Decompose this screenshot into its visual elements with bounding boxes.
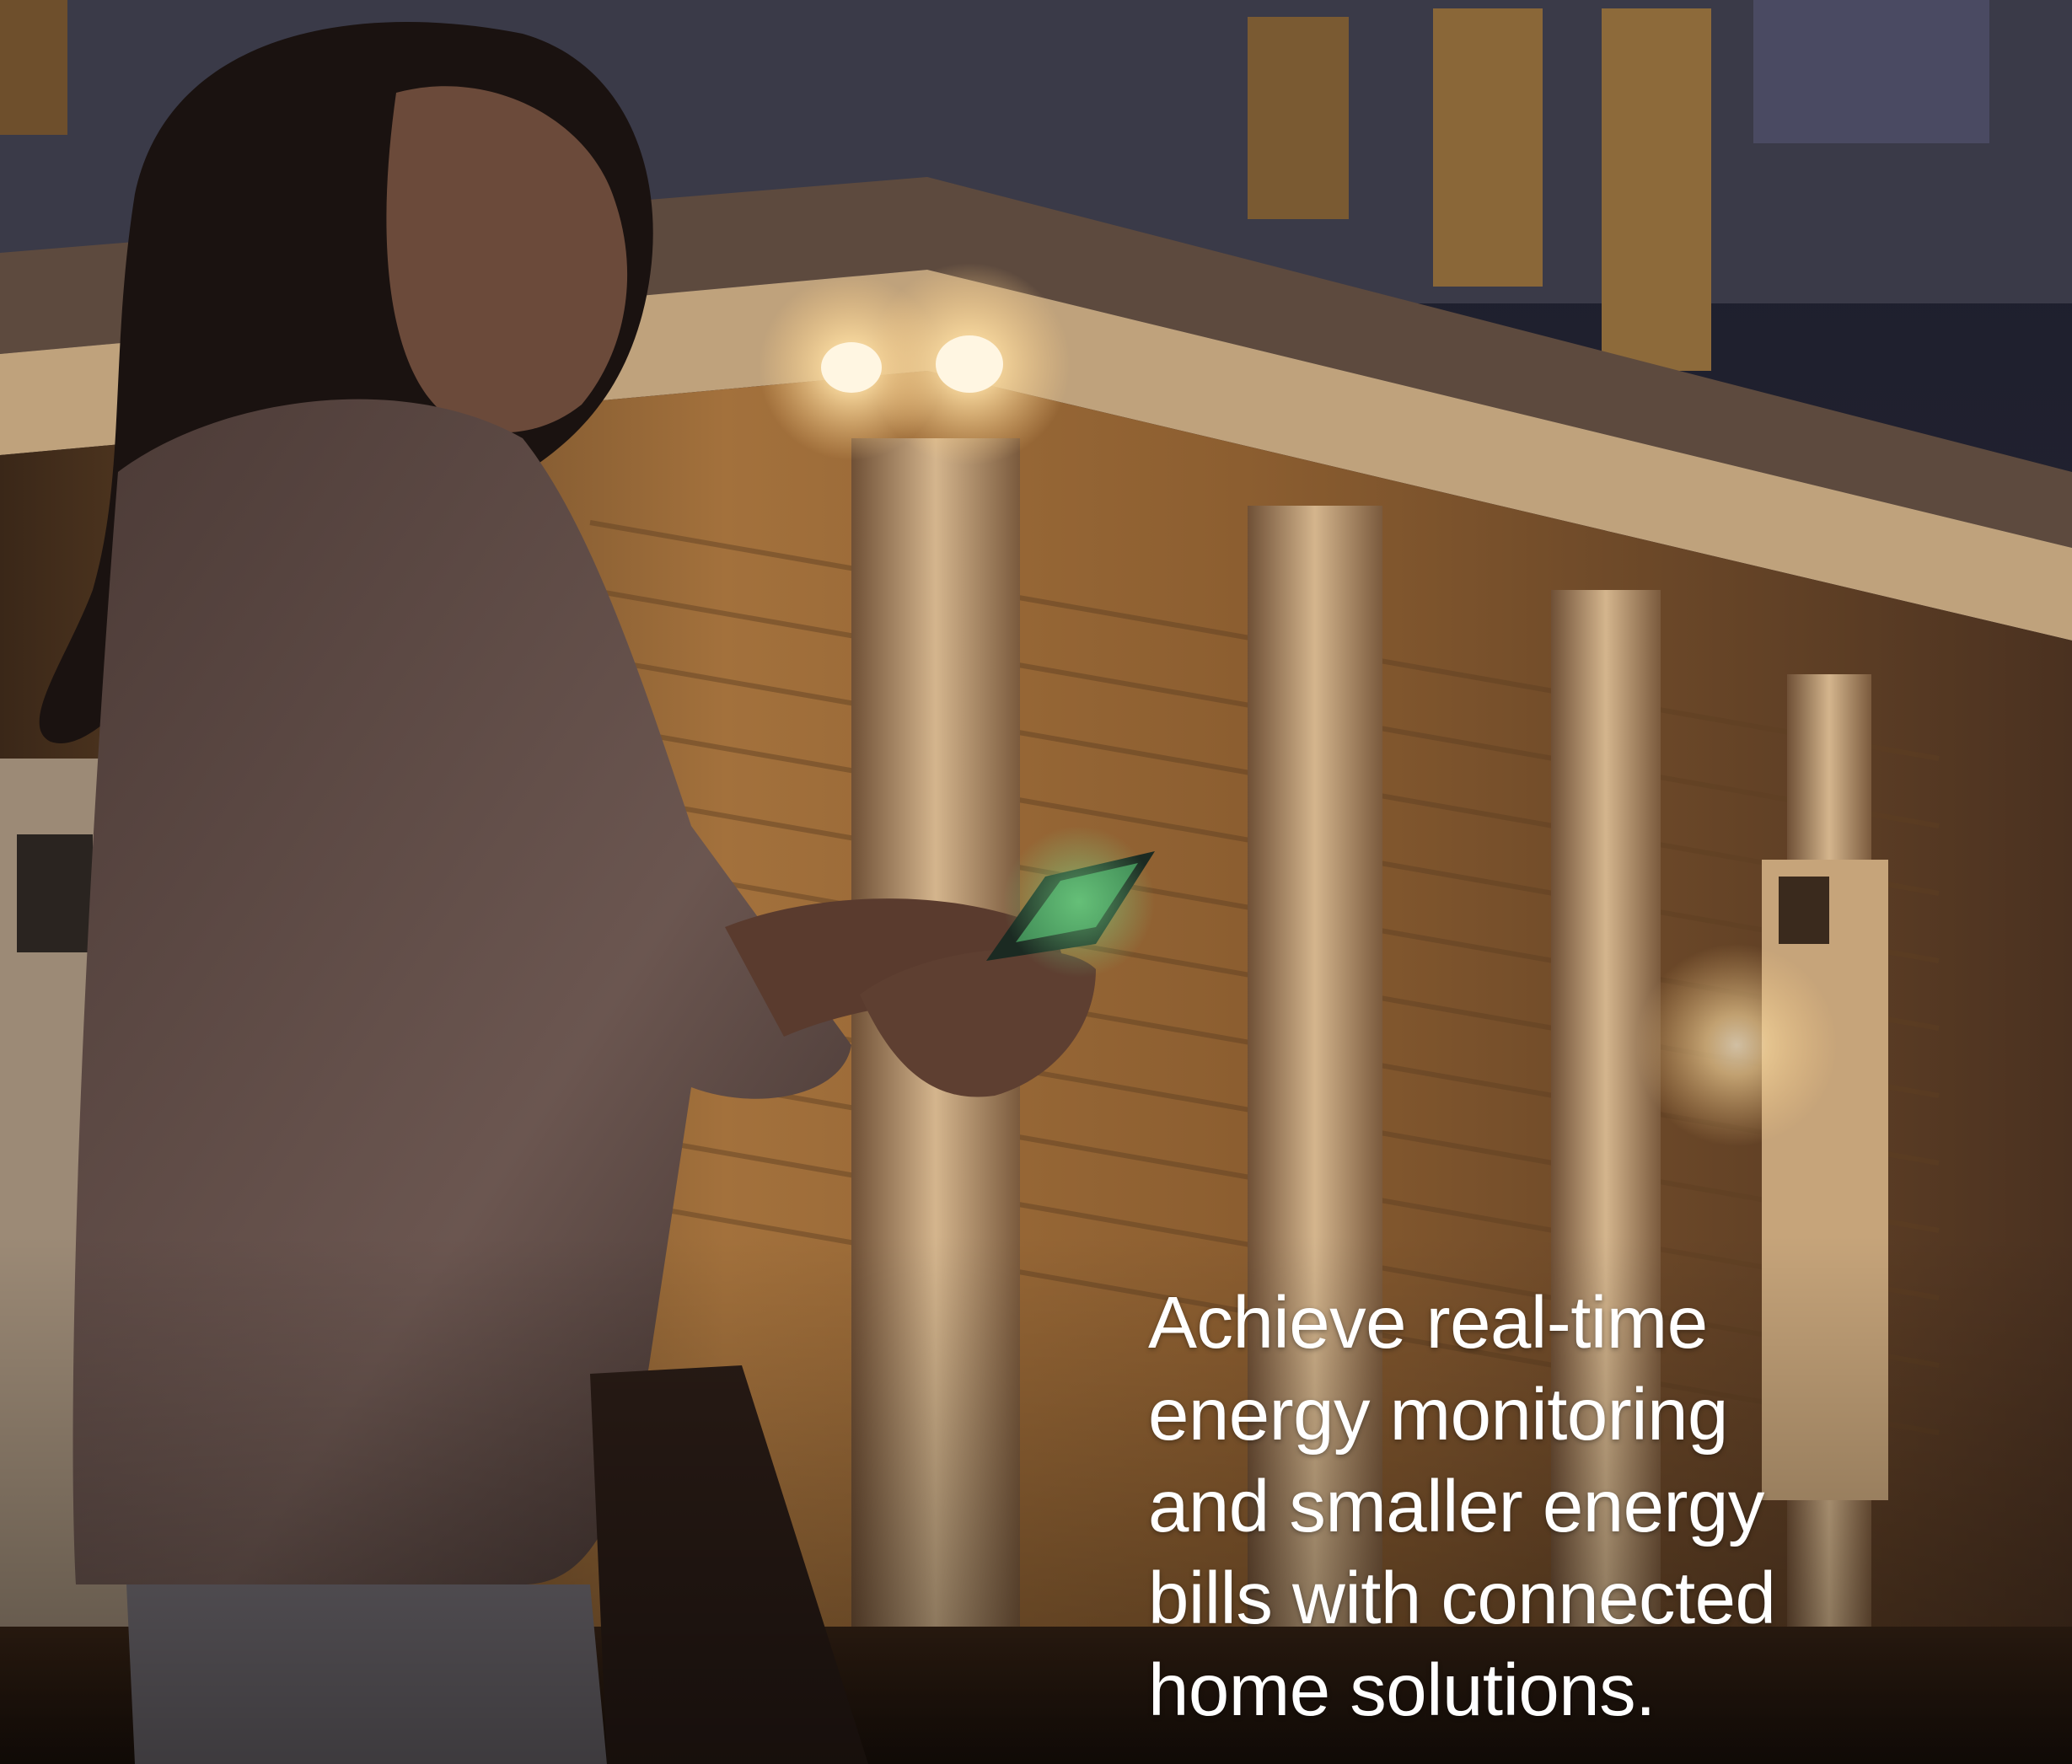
promo-caption: Achieve real-time energy monitoring and … (1148, 1282, 1776, 1731)
photo-scene: Achieve real-time energy monitoring and … (0, 0, 2072, 1764)
